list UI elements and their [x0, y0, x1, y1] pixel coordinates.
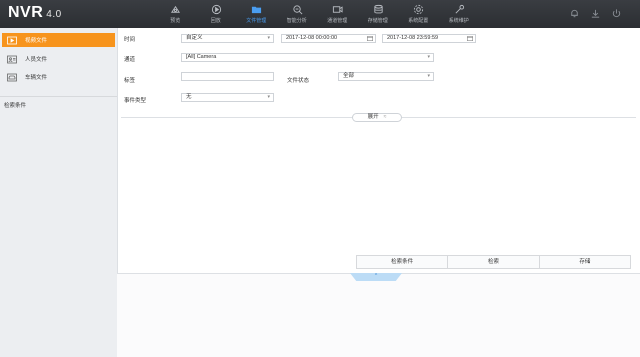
channel-label: 通道 — [124, 57, 136, 63]
person-file-icon — [7, 55, 17, 63]
column-header[interactable]: 存储 — [540, 256, 630, 268]
video-file-icon — [7, 36, 17, 44]
sidebar-item-vehicle-files[interactable]: 车辆文件 — [2, 70, 115, 84]
chevron-up-icon: ^ — [374, 273, 378, 279]
start-time-field[interactable]: 2017-12-08 00:00:00 — [281, 34, 376, 43]
calendar-icon[interactable] — [367, 36, 373, 41]
nav-system-config[interactable]: 系统配置 — [398, 0, 439, 28]
column-header: 检索条件 — [357, 256, 449, 268]
sidebar-item-label: 车辆文件 — [25, 75, 48, 81]
expand-button[interactable]: 展开 ≈ — [352, 113, 402, 122]
sidebar-item-person-files[interactable]: 人员文件 — [2, 52, 115, 66]
logo-text: NVR — [8, 4, 44, 21]
nav-label: 存储管理 — [367, 18, 388, 24]
gear-icon — [413, 4, 424, 15]
chevron-down-icon: ▾ — [267, 94, 270, 100]
preview-icon — [170, 5, 181, 13]
storage-icon — [373, 4, 383, 14]
top-right-icons — [569, 8, 622, 19]
event-type-label: 事件类型 — [124, 98, 147, 104]
sidebar-item-label: 人员文件 — [25, 57, 48, 63]
nav-preview[interactable]: 预览 — [155, 0, 196, 28]
nav-playback[interactable]: 回放 — [196, 0, 237, 28]
folder-icon — [251, 6, 262, 14]
start-time-value: 2017-12-08 00:00:00 — [286, 35, 338, 41]
sidebar-divider — [0, 96, 117, 97]
nav-channel-management[interactable]: 通道管理 — [317, 0, 358, 28]
chevron-down-icon: ▾ — [267, 35, 270, 41]
end-time-value: 2017-12-08 23:59:59 — [387, 35, 439, 41]
channel-value: [All] Camera — [186, 54, 217, 60]
tag-input[interactable] — [181, 72, 274, 81]
tag-label: 标签 — [124, 78, 136, 84]
column-header[interactable]: 检索 — [448, 256, 540, 268]
sidebar-item-label: 视频文件 — [25, 38, 48, 44]
results-table-header: 检索条件 检索 存储 — [356, 255, 631, 269]
sidebar-item-video-files[interactable]: 视频文件 — [2, 33, 115, 47]
nav-label: 文件管理 — [246, 18, 267, 24]
power-icon[interactable] — [611, 8, 622, 19]
nav-label: 预览 — [170, 18, 181, 24]
playback-icon — [211, 4, 221, 15]
smart-analysis-icon — [292, 5, 302, 15]
nav-label: 系统维护 — [448, 18, 469, 24]
bottom-panel — [117, 274, 640, 357]
nav-smart-analysis[interactable]: 智能分析 — [277, 0, 318, 28]
channel-select[interactable]: [All] Camera ▾ — [181, 53, 434, 62]
main-nav: 预览 回放 文件管理 智能分析 通道管理 存储管理 系统配置 系统维护 — [155, 0, 479, 28]
file-status-label: 文件状态 — [287, 78, 310, 84]
bell-icon[interactable] — [569, 8, 580, 19]
logo-version: 4.0 — [46, 9, 62, 20]
time-mode-value: 自定义 — [186, 35, 203, 41]
calendar-icon[interactable] — [467, 36, 473, 41]
vehicle-file-icon — [7, 73, 17, 81]
file-status-value: 全部 — [343, 73, 355, 79]
nav-label: 回放 — [210, 18, 221, 24]
event-type-select[interactable]: 无 ▾ — [181, 93, 274, 102]
nav-label: 智能分析 — [286, 18, 307, 24]
wrench-icon — [455, 4, 464, 14]
nav-label: 系统配置 — [408, 18, 429, 24]
app-logo: NVR 4.0 — [8, 4, 62, 22]
nav-label: 通道管理 — [327, 18, 348, 24]
end-time-field[interactable]: 2017-12-08 23:59:59 — [382, 34, 476, 43]
nav-file-management[interactable]: 文件管理 — [236, 0, 277, 28]
file-status-select[interactable]: 全部 ▾ — [338, 72, 434, 81]
chevron-down-icon: ▾ — [427, 54, 430, 60]
sidebar: 视频文件 人员文件 车辆文件 检索条件 — [0, 28, 118, 357]
download-icon[interactable] — [590, 8, 601, 19]
nav-storage-management[interactable]: 存储管理 — [358, 0, 399, 28]
nav-system-maintenance[interactable]: 系统维护 — [439, 0, 480, 28]
expand-label: 展开 — [367, 114, 379, 120]
time-mode-select[interactable]: 自定义 ▾ — [181, 34, 274, 43]
top-bar: NVR 4.0 预览 回放 文件管理 智能分析 通道管理 存储管理 系统配置 系… — [0, 0, 640, 28]
event-type-value: 无 — [186, 94, 192, 100]
time-label: 时间 — [124, 37, 136, 43]
camera-icon — [332, 6, 343, 13]
collapse-toggle[interactable]: ^ — [350, 273, 402, 281]
chevron-down-icon: ▾ — [427, 73, 430, 79]
double-chevron-down-icon: ≈ — [383, 114, 387, 120]
sidebar-section-title: 检索条件 — [4, 103, 27, 109]
